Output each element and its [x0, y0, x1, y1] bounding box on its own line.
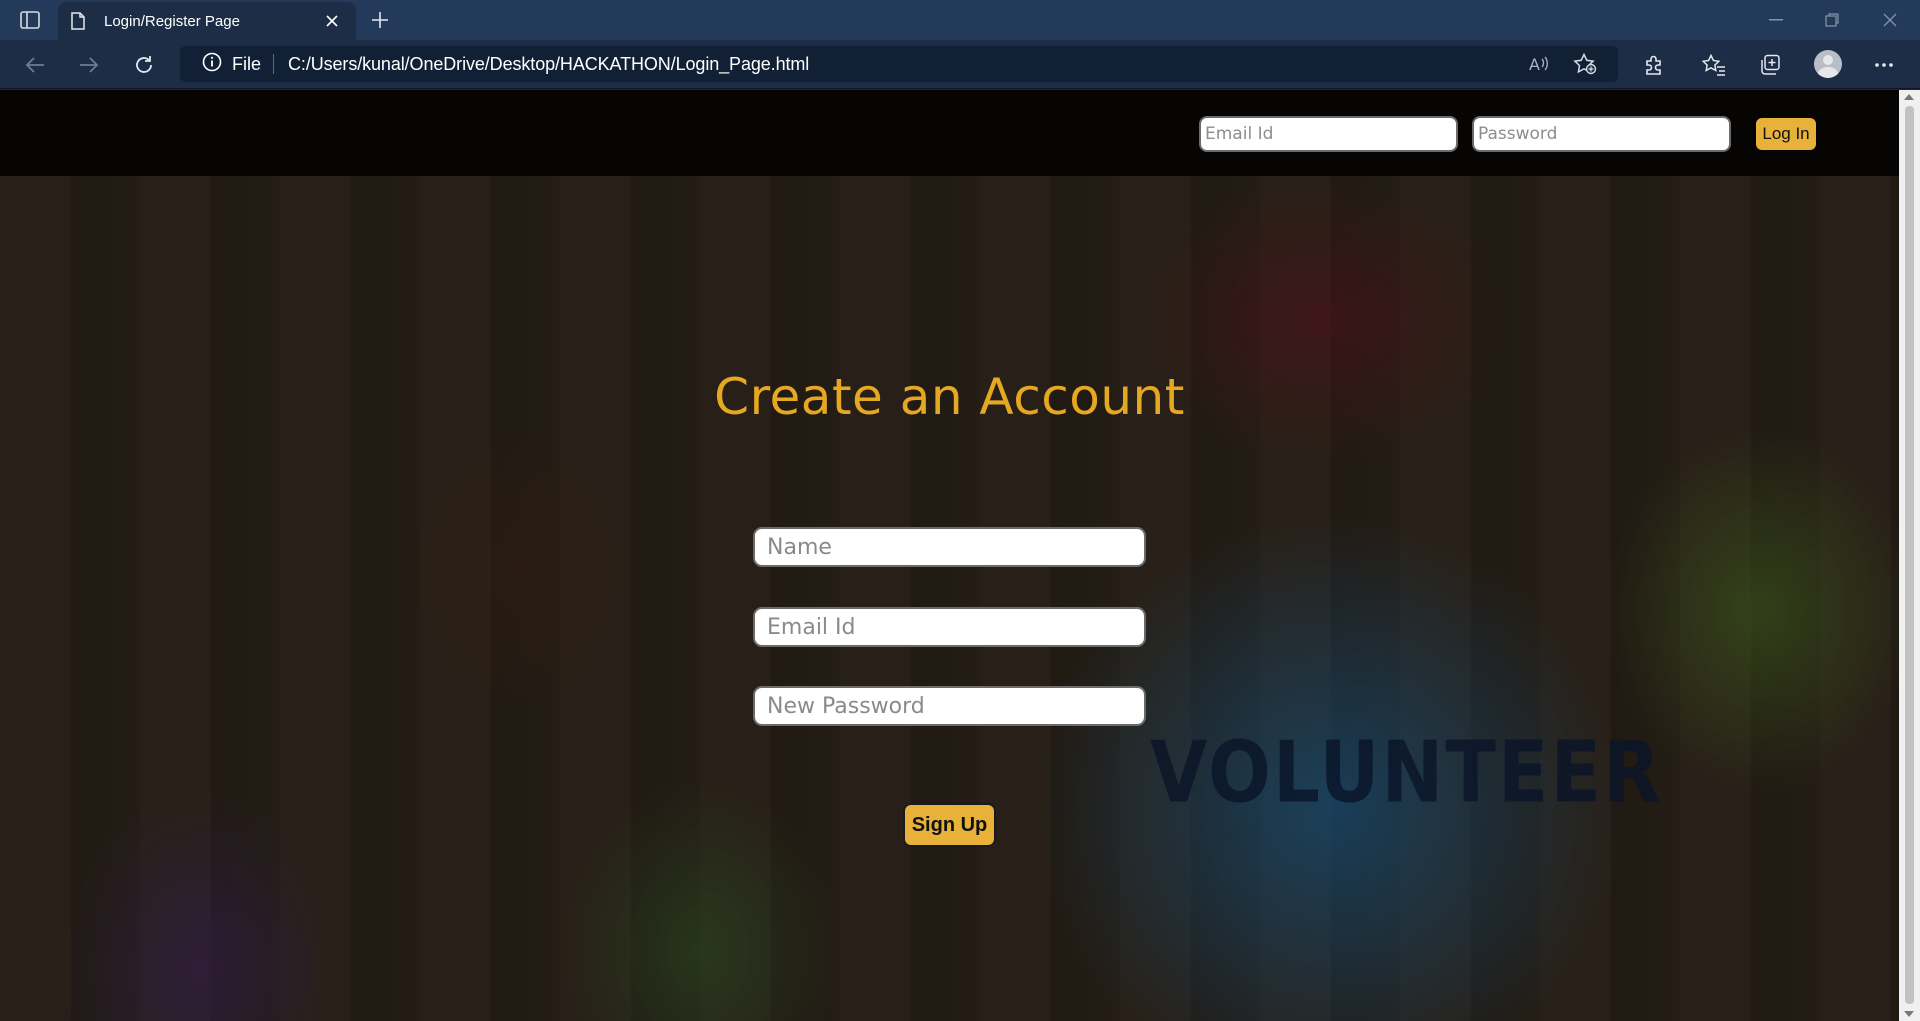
- favorites-icon[interactable]: [1696, 48, 1732, 82]
- tab-title: Login/Register Page: [104, 12, 240, 30]
- name-input[interactable]: [753, 527, 1146, 567]
- background-vest-text: VOLUNTEER: [1150, 723, 1662, 823]
- scroll-thumb[interactable]: [1905, 106, 1914, 1004]
- minimize-icon[interactable]: [1756, 6, 1796, 34]
- active-tab[interactable]: Login/Register Page: [58, 2, 356, 40]
- add-favorite-icon[interactable]: [1562, 48, 1608, 80]
- extensions-icon[interactable]: [1636, 48, 1672, 82]
- page-title: Create an Account: [714, 368, 1185, 426]
- address-url[interactable]: C:/Users/kunal/OneDrive/Desktop/HACKATHO…: [288, 54, 809, 75]
- plus-icon[interactable]: [366, 6, 394, 34]
- profile-icon[interactable]: [1814, 50, 1842, 78]
- more-icon[interactable]: [1866, 48, 1902, 82]
- read-aloud-icon[interactable]: A: [1516, 48, 1562, 80]
- collections-icon[interactable]: [1752, 48, 1788, 82]
- header-password-input[interactable]: [1472, 116, 1731, 152]
- tab-actions-icon[interactable]: [12, 6, 48, 34]
- window-close-icon[interactable]: [1870, 6, 1910, 34]
- address-bar[interactable]: File C:/Users/kunal/OneDrive/Desktop/HAC…: [180, 46, 1618, 82]
- forward-icon[interactable]: [72, 48, 106, 82]
- close-icon[interactable]: [320, 9, 344, 33]
- refresh-icon[interactable]: [127, 48, 161, 82]
- svg-text:A: A: [1529, 55, 1540, 74]
- scroll-up-icon[interactable]: [1904, 94, 1914, 100]
- restore-icon[interactable]: [1812, 6, 1852, 34]
- scroll-down-icon[interactable]: [1904, 1011, 1914, 1017]
- browser-toolbar: File C:/Users/kunal/OneDrive/Desktop/HAC…: [0, 40, 1920, 116]
- site-header: Log In: [0, 90, 1899, 176]
- email-input[interactable]: [753, 607, 1146, 647]
- header-email-input[interactable]: [1199, 116, 1458, 152]
- page-icon: [70, 12, 88, 30]
- address-divider: [273, 54, 275, 74]
- scheme-label: File: [232, 53, 262, 74]
- page-scrollbar[interactable]: [1899, 90, 1920, 1021]
- signup-button[interactable]: Sign Up: [903, 803, 996, 847]
- info-icon: [202, 52, 222, 77]
- login-button[interactable]: Log In: [1756, 118, 1816, 150]
- tab-bar: Login/Register Page: [0, 0, 1920, 40]
- back-icon[interactable]: [18, 48, 52, 82]
- new-password-input[interactable]: [753, 686, 1146, 726]
- page-viewport: VOLUNTEER Log In Create an Account Sign …: [0, 90, 1899, 1021]
- site-info-button[interactable]: File: [202, 52, 261, 77]
